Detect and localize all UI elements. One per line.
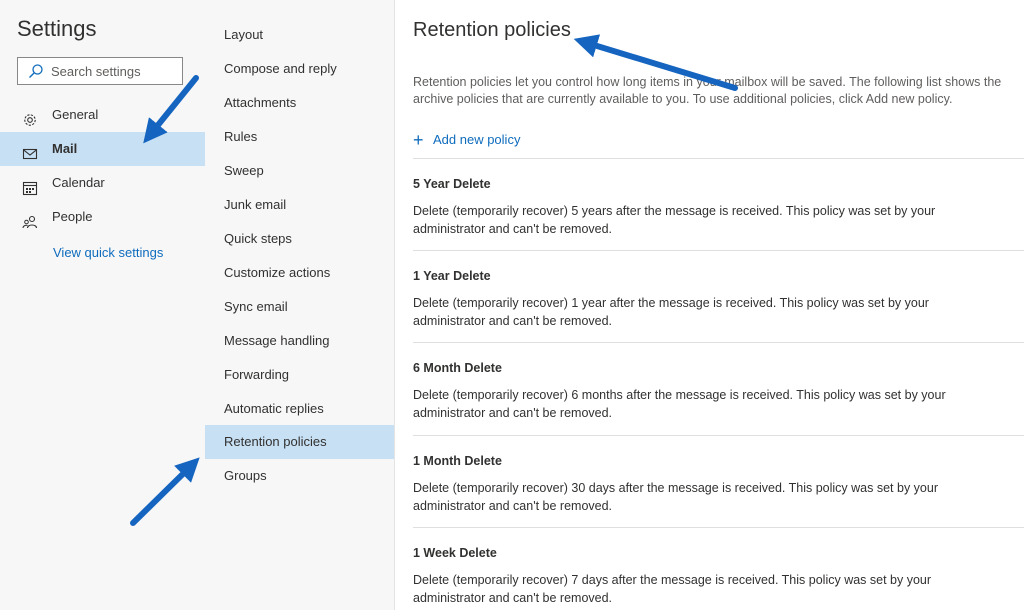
menu-item-label: Groups [224, 468, 267, 483]
menu-item-label: Message handling [224, 333, 330, 348]
description-line: archive policies that are currently avai… [413, 92, 953, 106]
policy-name: 1 Year Delete [413, 269, 491, 283]
menu-item-automatic-replies[interactable]: Automatic replies [205, 392, 394, 426]
settings-title: Settings [17, 16, 97, 41]
nav-item-people[interactable]: People [0, 200, 205, 234]
nav-item-label: Mail [52, 141, 78, 156]
policy-name: 1 Week Delete [413, 546, 497, 560]
menu-item-label: Sync email [224, 299, 288, 314]
menu-item-groups[interactable]: Groups [205, 459, 394, 493]
menu-item-label: Quick steps [224, 231, 292, 246]
policy-item: 1 Month Delete Delete (temporarily recov… [413, 435, 1024, 528]
menu-item-label: Junk email [224, 197, 287, 212]
menu-item-label: Rules [224, 129, 258, 144]
search-settings-box[interactable] [17, 57, 183, 85]
nav-item-calendar[interactable]: Calendar [0, 166, 205, 200]
search-settings-input[interactable] [51, 58, 176, 84]
menu-item-retention-policies[interactable]: Retention policies [205, 425, 394, 459]
page-title: Retention policies [413, 19, 571, 41]
mail-icon [22, 141, 38, 160]
add-new-policy-button[interactable]: + Add new policy [413, 130, 521, 150]
menu-item-sweep[interactable]: Sweep [205, 154, 394, 188]
description-line: Retention policies let you control how l… [413, 75, 1002, 89]
menu-item-label: Forwarding [224, 367, 290, 382]
nav-item-label: People [52, 209, 93, 224]
menu-item-label: Customize actions [224, 265, 331, 280]
policy-item: 1 Year Delete Delete (temporarily recove… [413, 250, 1024, 343]
menu-item-label: Sweep [224, 163, 264, 178]
policy-description: Delete (temporarily recover) 6 months af… [413, 388, 946, 420]
menu-item-sync-email[interactable]: Sync email [205, 290, 394, 324]
menu-item-label: Layout [224, 27, 264, 42]
menu-item-customize-actions[interactable]: Customize actions [205, 256, 394, 290]
add-policy-label: Add new policy [433, 132, 521, 147]
menu-item-rules[interactable]: Rules [205, 120, 394, 154]
settings-nav-pane: Settings General Mail [0, 0, 206, 610]
calendar-icon [22, 175, 38, 196]
policy-item: 6 Month Delete Delete (temporarily recov… [413, 342, 1024, 435]
menu-item-label: Compose and reply [224, 61, 337, 76]
policies-description: Retention policies let you control how l… [413, 74, 1024, 108]
nav-item-mail[interactable]: Mail [0, 132, 205, 166]
policy-item: 5 Year Delete Delete (temporarily recove… [413, 158, 1024, 251]
policy-name: 1 Month Delete [413, 454, 502, 468]
menu-item-layout[interactable]: Layout [205, 18, 394, 52]
nav-item-label: General [52, 107, 99, 122]
menu-item-forwarding[interactable]: Forwarding [205, 358, 394, 392]
menu-item-label: Retention policies [224, 434, 327, 449]
policy-description: Delete (temporarily recover) 5 years aft… [413, 204, 936, 236]
retention-policies-panel: Retention policies Retention policies le… [395, 0, 1024, 610]
nav-item-label: Calendar [52, 175, 105, 190]
plus-icon: + [413, 130, 424, 150]
menu-item-label: Attachments [224, 95, 297, 110]
menu-item-quick-steps[interactable]: Quick steps [205, 222, 394, 256]
policy-name: 6 Month Delete [413, 361, 502, 375]
policy-description: Delete (temporarily recover) 1 year afte… [413, 296, 929, 328]
nav-item-general[interactable]: General [0, 98, 205, 132]
policy-description: Delete (temporarily recover) 30 days aft… [413, 481, 938, 513]
policy-item: 1 Week Delete Delete (temporarily recove… [413, 527, 1024, 610]
mail-settings-menu: Layout Compose and reply Attachments Rul… [205, 0, 395, 610]
policy-name: 5 Year Delete [413, 177, 491, 191]
people-icon [22, 209, 38, 229]
menu-item-message-handling[interactable]: Message handling [205, 324, 394, 358]
menu-item-junk-email[interactable]: Junk email [205, 188, 394, 222]
menu-item-attachments[interactable]: Attachments [205, 86, 394, 120]
menu-item-compose-and-reply[interactable]: Compose and reply [205, 52, 394, 86]
menu-item-label: Automatic replies [224, 401, 324, 416]
search-icon [28, 63, 44, 84]
gear-icon [22, 107, 38, 126]
policy-description: Delete (temporarily recover) 7 days afte… [413, 573, 932, 605]
view-quick-settings-link[interactable]: View quick settings [53, 245, 163, 260]
